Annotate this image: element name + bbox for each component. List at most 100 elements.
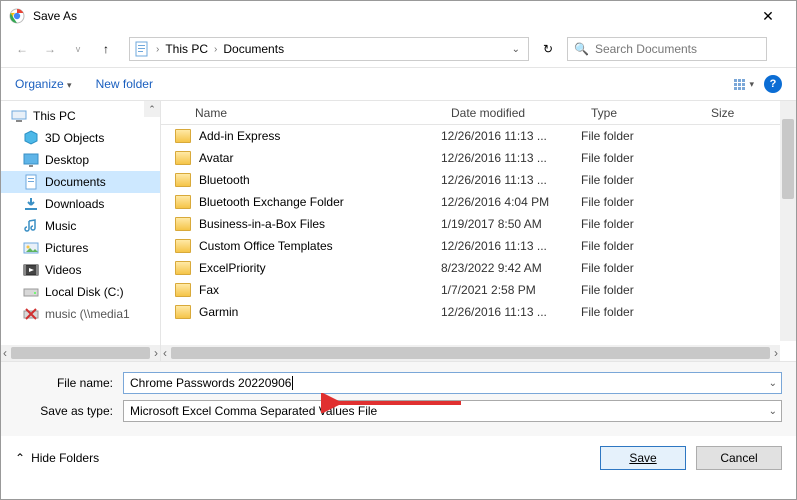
column-type[interactable]: Type [581, 106, 701, 120]
toolbar: Organize ▾ New folder ▾ ? [1, 67, 796, 101]
file-row[interactable]: Business-in-a-Box Files1/19/2017 8:50 AM… [161, 213, 796, 235]
text-caret [292, 376, 293, 390]
file-row[interactable]: Garmin12/26/2016 11:13 ...File folder [161, 301, 796, 323]
close-button[interactable]: ✕ [748, 8, 788, 25]
address-bar[interactable]: › This PC › Documents ⌄ [129, 37, 529, 61]
main-content: ⌃ This PC 3D Objects Desktop Documents Downl… [1, 101, 796, 361]
docs-icon [23, 174, 39, 190]
column-name[interactable]: Name [161, 106, 441, 120]
file-type: File folder [581, 261, 701, 275]
filename-dropdown[interactable]: ⌄ [769, 378, 777, 389]
file-name: Bluetooth Exchange Folder [199, 195, 344, 209]
saveastype-value: Microsoft Excel Comma Separated Values F… [130, 404, 377, 418]
tree-item-label: Music [45, 219, 76, 233]
saveastype-label: Save as type: [15, 404, 123, 418]
file-row[interactable]: Bluetooth12/26/2016 11:13 ...File folder [161, 169, 796, 191]
file-row[interactable]: ExcelPriority8/23/2022 9:42 AMFile folde… [161, 257, 796, 279]
file-type: File folder [581, 239, 701, 253]
folder-icon [175, 195, 191, 209]
tree-item-label: Videos [45, 263, 81, 277]
breadcrumb-root[interactable]: This PC [165, 42, 208, 56]
tree-item-pictures[interactable]: Pictures [1, 237, 160, 259]
file-row[interactable]: Bluetooth Exchange Folder12/26/2016 4:04… [161, 191, 796, 213]
view-options-button[interactable]: ▾ [734, 79, 754, 90]
file-date: 8/23/2022 9:42 AM [441, 261, 581, 275]
saveastype-dropdown[interactable]: ⌄ [769, 406, 777, 417]
file-name: Garmin [199, 305, 238, 319]
tree-item-3d[interactable]: 3D Objects [1, 127, 160, 149]
breadcrumb-current[interactable]: Documents [223, 42, 284, 56]
tree-item-label: Downloads [45, 197, 104, 211]
videos-icon [23, 262, 39, 278]
3d-icon [23, 130, 39, 146]
save-button[interactable]: Save [600, 446, 686, 470]
forward-button[interactable]: → [39, 38, 61, 60]
file-row[interactable]: Add-in Express 12/26/2016 11:13 ...File f… [161, 125, 796, 147]
file-list[interactable]: Add-in Express12/26/2016 11:13 ...File f… [161, 125, 796, 323]
new-folder-button[interactable]: New folder [96, 77, 153, 91]
tree-horizontal-scrollbar[interactable]: ‹› [1, 345, 160, 361]
tree-item-disk[interactable]: Local Disk (C:) [1, 281, 160, 303]
tree-item-pc[interactable]: This PC [1, 105, 160, 127]
file-name: Fax [199, 283, 219, 297]
music-icon [23, 218, 39, 234]
tree-item-label: This PC [33, 109, 76, 123]
horizontal-scrollbar[interactable]: ‹› [161, 345, 780, 361]
file-row[interactable]: Fax1/7/2021 2:58 PMFile folder [161, 279, 796, 301]
tree-item-label: 3D Objects [45, 131, 104, 145]
column-headers[interactable]: Name Date modified Type Size [161, 101, 796, 125]
file-row[interactable]: Avatar 12/26/2016 11:13 ...File folder [161, 147, 796, 169]
filename-value: Chrome Passwords 20220906 [130, 376, 291, 390]
file-name: Bluetooth [199, 173, 250, 187]
help-button[interactable]: ? [764, 75, 782, 93]
tree-item-docs[interactable]: Documents [1, 171, 160, 193]
tree-item-label: Pictures [45, 241, 88, 255]
file-date: 12/26/2016 11:13 ... [441, 151, 581, 165]
up-button[interactable]: ↑ [95, 38, 117, 60]
search-icon: 🔍 [574, 42, 589, 56]
folder-tree[interactable]: ⌃ This PC 3D Objects Desktop Documents Downl… [1, 101, 161, 361]
folder-icon [175, 173, 191, 187]
tree-item-downloads[interactable]: Downloads [1, 193, 160, 215]
dialog-footer: ⌃ Hide Folders Save Cancel [1, 436, 796, 480]
search-input[interactable]: 🔍 Search Documents [567, 37, 767, 61]
vertical-scrollbar[interactable] [780, 101, 796, 341]
bottom-pane: File name: Chrome Passwords 20220906 ⌄ S… [1, 361, 796, 436]
cancel-button[interactable]: Cancel [696, 446, 782, 470]
column-size[interactable]: Size [701, 106, 761, 120]
netx-icon [23, 306, 39, 322]
tree-item-label: Documents [45, 175, 106, 189]
window-title: Save As [33, 9, 748, 23]
nav-bar: ← → v ↑ › This PC › Documents ⌄ ↻ 🔍 Sear… [1, 31, 796, 67]
file-name: Add-in Express [199, 129, 280, 143]
saveastype-select[interactable]: Microsoft Excel Comma Separated Values F… [123, 400, 782, 422]
filename-input[interactable]: Chrome Passwords 20220906 ⌄ [123, 372, 782, 394]
tree-item-music[interactable]: Music [1, 215, 160, 237]
tree-item-netx[interactable]: music (\\media1 [1, 303, 160, 325]
refresh-button[interactable]: ↻ [535, 42, 561, 56]
file-name: Avatar [199, 151, 233, 165]
folder-icon [175, 151, 191, 165]
disk-icon [23, 284, 39, 300]
column-date[interactable]: Date modified [441, 106, 581, 120]
file-date: 12/26/2016 11:13 ... [441, 239, 581, 253]
tree-item-desktop[interactable]: Desktop [1, 149, 160, 171]
folder-icon [175, 129, 191, 143]
hide-folders-toggle[interactable]: ⌃ Hide Folders [15, 451, 99, 465]
address-dropdown[interactable]: ⌄ [512, 44, 520, 55]
scroll-up-button[interactable]: ⌃ [144, 101, 160, 117]
file-date: 12/26/2016 11:13 ... [441, 129, 581, 143]
organize-menu[interactable]: Organize ▾ [15, 77, 72, 91]
recent-dropdown[interactable]: v [67, 38, 89, 60]
file-type: File folder [581, 151, 701, 165]
tree-item-videos[interactable]: Videos [1, 259, 160, 281]
tree-item-label: Desktop [45, 153, 89, 167]
file-type: File folder [581, 129, 701, 143]
filename-label: File name: [15, 376, 123, 390]
file-type: File folder [581, 195, 701, 209]
back-button[interactable]: ← [11, 38, 33, 60]
pictures-icon [23, 240, 39, 256]
file-row[interactable]: Custom Office Templates12/26/2016 11:13 … [161, 235, 796, 257]
chrome-icon [9, 8, 25, 24]
desktop-icon [23, 152, 39, 168]
